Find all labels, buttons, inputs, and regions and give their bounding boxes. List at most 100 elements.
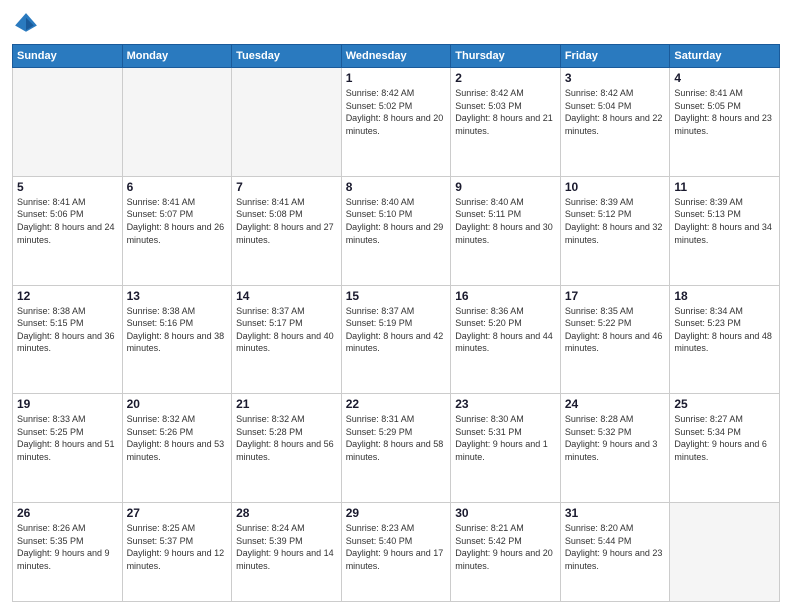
day-info: Sunrise: 8:32 AMSunset: 5:28 PMDaylight:… bbox=[236, 413, 337, 463]
day-number: 10 bbox=[565, 180, 666, 194]
day-info: Sunrise: 8:42 AMSunset: 5:02 PMDaylight:… bbox=[346, 87, 447, 137]
logo bbox=[12, 10, 44, 38]
day-info: Sunrise: 8:31 AMSunset: 5:29 PMDaylight:… bbox=[346, 413, 447, 463]
day-number: 8 bbox=[346, 180, 447, 194]
calendar-cell: 20 Sunrise: 8:32 AMSunset: 5:26 PMDayligh… bbox=[122, 394, 232, 503]
day-info: Sunrise: 8:38 AMSunset: 5:16 PMDaylight:… bbox=[127, 305, 228, 355]
weekday-header-monday: Monday bbox=[122, 45, 232, 68]
calendar-cell: 27 Sunrise: 8:25 AMSunset: 5:37 PMDayligh… bbox=[122, 503, 232, 602]
day-number: 6 bbox=[127, 180, 228, 194]
day-info: Sunrise: 8:21 AMSunset: 5:42 PMDaylight:… bbox=[455, 522, 556, 572]
calendar-cell: 7 Sunrise: 8:41 AMSunset: 5:08 PMDaylight… bbox=[232, 176, 342, 285]
day-number: 30 bbox=[455, 506, 556, 520]
day-info: Sunrise: 8:33 AMSunset: 5:25 PMDaylight:… bbox=[17, 413, 118, 463]
calendar-cell: 1 Sunrise: 8:42 AMSunset: 5:02 PMDaylight… bbox=[341, 68, 451, 177]
day-info: Sunrise: 8:38 AMSunset: 5:15 PMDaylight:… bbox=[17, 305, 118, 355]
day-number: 20 bbox=[127, 397, 228, 411]
day-number: 5 bbox=[17, 180, 118, 194]
day-number: 24 bbox=[565, 397, 666, 411]
calendar-cell: 31 Sunrise: 8:20 AMSunset: 5:44 PMDayligh… bbox=[560, 503, 670, 602]
calendar-cell: 16Sunrise: 8:36 AMSunset: 5:20 PMDayligh… bbox=[451, 285, 561, 394]
day-number: 9 bbox=[455, 180, 556, 194]
calendar-cell: 2Sunrise: 8:42 AMSunset: 5:03 PMDaylight… bbox=[451, 68, 561, 177]
weekday-header-friday: Friday bbox=[560, 45, 670, 68]
day-info: Sunrise: 8:25 AMSunset: 5:37 PMDaylight:… bbox=[127, 522, 228, 572]
day-info: Sunrise: 8:41 AMSunset: 5:06 PMDaylight:… bbox=[17, 196, 118, 246]
calendar-cell: 23Sunrise: 8:30 AMSunset: 5:31 PMDayligh… bbox=[451, 394, 561, 503]
day-info: Sunrise: 8:37 AMSunset: 5:17 PMDaylight:… bbox=[236, 305, 337, 355]
calendar-cell: 9 Sunrise: 8:40 AMSunset: 5:11 PMDaylight… bbox=[451, 176, 561, 285]
week-row-3: 19 Sunrise: 8:33 AMSunset: 5:25 PMDayligh… bbox=[13, 394, 780, 503]
calendar-cell: 14 Sunrise: 8:37 AMSunset: 5:17 PMDayligh… bbox=[232, 285, 342, 394]
calendar-cell: 8 Sunrise: 8:40 AMSunset: 5:10 PMDaylight… bbox=[341, 176, 451, 285]
day-info: Sunrise: 8:35 AMSunset: 5:22 PMDaylight:… bbox=[565, 305, 666, 355]
day-info: Sunrise: 8:28 AMSunset: 5:32 PMDaylight:… bbox=[565, 413, 666, 463]
header bbox=[12, 10, 780, 38]
day-info: Sunrise: 8:32 AMSunset: 5:26 PMDaylight:… bbox=[127, 413, 228, 463]
day-number: 14 bbox=[236, 289, 337, 303]
weekday-header-sunday: Sunday bbox=[13, 45, 123, 68]
day-info: Sunrise: 8:24 AMSunset: 5:39 PMDaylight:… bbox=[236, 522, 337, 572]
day-number: 7 bbox=[236, 180, 337, 194]
logo-icon bbox=[12, 10, 40, 38]
calendar-cell bbox=[670, 503, 780, 602]
calendar-cell: 4Sunrise: 8:41 AMSunset: 5:05 PMDaylight… bbox=[670, 68, 780, 177]
day-number: 22 bbox=[346, 397, 447, 411]
day-number: 17 bbox=[565, 289, 666, 303]
calendar-cell: 6 Sunrise: 8:41 AMSunset: 5:07 PMDaylight… bbox=[122, 176, 232, 285]
calendar-cell: 25Sunrise: 8:27 AMSunset: 5:34 PMDayligh… bbox=[670, 394, 780, 503]
calendar-cell: 21 Sunrise: 8:32 AMSunset: 5:28 PMDayligh… bbox=[232, 394, 342, 503]
calendar-cell bbox=[122, 68, 232, 177]
calendar-cell: 13 Sunrise: 8:38 AMSunset: 5:16 PMDayligh… bbox=[122, 285, 232, 394]
calendar-cell: 3Sunrise: 8:42 AMSunset: 5:04 PMDaylight… bbox=[560, 68, 670, 177]
day-number: 13 bbox=[127, 289, 228, 303]
day-info: Sunrise: 8:20 AMSunset: 5:44 PMDaylight:… bbox=[565, 522, 666, 572]
day-info: Sunrise: 8:41 AMSunset: 5:07 PMDaylight:… bbox=[127, 196, 228, 246]
day-number: 21 bbox=[236, 397, 337, 411]
calendar-cell bbox=[232, 68, 342, 177]
day-info: Sunrise: 8:40 AMSunset: 5:10 PMDaylight:… bbox=[346, 196, 447, 246]
calendar-cell: 26 Sunrise: 8:26 AMSunset: 5:35 PMDayligh… bbox=[13, 503, 123, 602]
calendar-cell: 19 Sunrise: 8:33 AMSunset: 5:25 PMDayligh… bbox=[13, 394, 123, 503]
calendar-cell: 10 Sunrise: 8:39 AMSunset: 5:12 PMDayligh… bbox=[560, 176, 670, 285]
day-info: Sunrise: 8:26 AMSunset: 5:35 PMDaylight:… bbox=[17, 522, 118, 572]
day-info: Sunrise: 8:37 AMSunset: 5:19 PMDaylight:… bbox=[346, 305, 447, 355]
weekday-header-wednesday: Wednesday bbox=[341, 45, 451, 68]
day-number: 11 bbox=[674, 180, 775, 194]
day-number: 31 bbox=[565, 506, 666, 520]
calendar-cell bbox=[13, 68, 123, 177]
weekday-header-tuesday: Tuesday bbox=[232, 45, 342, 68]
day-number: 18 bbox=[674, 289, 775, 303]
day-number: 25 bbox=[674, 397, 775, 411]
day-number: 2 bbox=[455, 71, 556, 85]
day-info: Sunrise: 8:42 AMSunset: 5:04 PMDaylight:… bbox=[565, 87, 666, 137]
calendar-cell: 11 Sunrise: 8:39 AMSunset: 5:13 PMDayligh… bbox=[670, 176, 780, 285]
day-number: 12 bbox=[17, 289, 118, 303]
calendar-cell: 12 Sunrise: 8:38 AMSunset: 5:15 PMDayligh… bbox=[13, 285, 123, 394]
day-info: Sunrise: 8:41 AMSunset: 5:08 PMDaylight:… bbox=[236, 196, 337, 246]
day-number: 23 bbox=[455, 397, 556, 411]
day-info: Sunrise: 8:40 AMSunset: 5:11 PMDaylight:… bbox=[455, 196, 556, 246]
day-info: Sunrise: 8:39 AMSunset: 5:13 PMDaylight:… bbox=[674, 196, 775, 246]
day-number: 1 bbox=[346, 71, 447, 85]
day-info: Sunrise: 8:36 AMSunset: 5:20 PMDaylight:… bbox=[455, 305, 556, 355]
calendar-cell: 30 Sunrise: 8:21 AMSunset: 5:42 PMDayligh… bbox=[451, 503, 561, 602]
day-number: 28 bbox=[236, 506, 337, 520]
calendar-cell: 5 Sunrise: 8:41 AMSunset: 5:06 PMDaylight… bbox=[13, 176, 123, 285]
calendar-cell: 17 Sunrise: 8:35 AMSunset: 5:22 PMDayligh… bbox=[560, 285, 670, 394]
week-row-1: 5 Sunrise: 8:41 AMSunset: 5:06 PMDaylight… bbox=[13, 176, 780, 285]
page: SundayMondayTuesdayWednesdayThursdayFrid… bbox=[0, 0, 792, 612]
day-number: 27 bbox=[127, 506, 228, 520]
day-number: 15 bbox=[346, 289, 447, 303]
calendar-cell: 15 Sunrise: 8:37 AMSunset: 5:19 PMDayligh… bbox=[341, 285, 451, 394]
week-row-0: 1 Sunrise: 8:42 AMSunset: 5:02 PMDaylight… bbox=[13, 68, 780, 177]
day-info: Sunrise: 8:39 AMSunset: 5:12 PMDaylight:… bbox=[565, 196, 666, 246]
week-row-4: 26 Sunrise: 8:26 AMSunset: 5:35 PMDayligh… bbox=[13, 503, 780, 602]
calendar-cell: 22 Sunrise: 8:31 AMSunset: 5:29 PMDayligh… bbox=[341, 394, 451, 503]
calendar-cell: 29Sunrise: 8:23 AMSunset: 5:40 PMDayligh… bbox=[341, 503, 451, 602]
calendar-cell: 28 Sunrise: 8:24 AMSunset: 5:39 PMDayligh… bbox=[232, 503, 342, 602]
day-number: 19 bbox=[17, 397, 118, 411]
day-number: 29 bbox=[346, 506, 447, 520]
day-number: 26 bbox=[17, 506, 118, 520]
day-info: Sunrise: 8:41 AMSunset: 5:05 PMDaylight:… bbox=[674, 87, 775, 137]
